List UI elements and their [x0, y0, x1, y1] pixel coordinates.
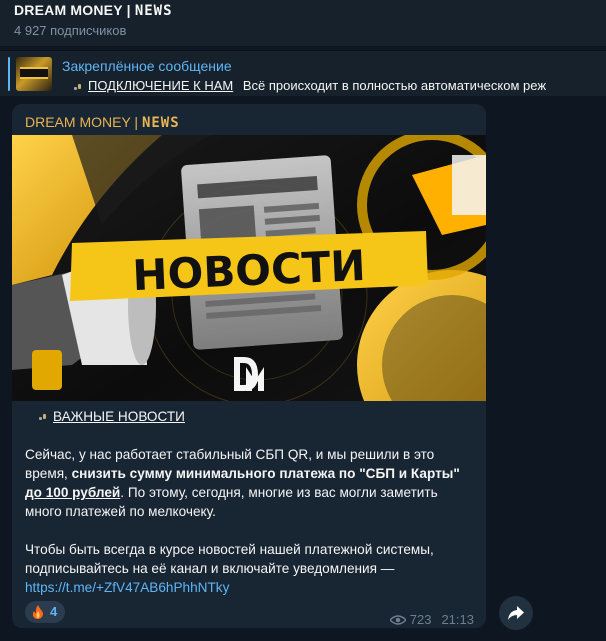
reaction-count: 4	[50, 604, 58, 619]
post-meta: 723 21:13	[389, 612, 474, 627]
rocket-icon	[39, 413, 47, 421]
pinned-preview: ПОДКЛЮЧЕНИЕ К НАМ Всё происходит в полно…	[74, 78, 546, 93]
post-paragraph-1: Сейчас, у нас работает стабильный СБП QR…	[25, 447, 460, 519]
post-paragraph-2: Чтобы быть всегда в курсе новостей нашей…	[25, 542, 434, 595]
banner-text: НОВОСТИ	[131, 241, 366, 300]
channel-post: DREAM MONEY | NEWS НОВОСТИ ВАЖНЫЕ НОВОСТ…	[12, 104, 486, 628]
pinned-message-bar[interactable]: Закреплённое сообщение ПОДКЛЮЧЕНИЕ К НАМ…	[0, 50, 606, 96]
channel-link[interactable]: https://t.me/+ZfV47AB6hPhhNTky	[25, 580, 229, 595]
reaction-fire[interactable]: 4	[25, 601, 65, 623]
rocket-icon	[74, 83, 82, 91]
fire-icon	[32, 605, 43, 619]
post-image[interactable]: НОВОСТИ	[12, 130, 486, 460]
post-author[interactable]: DREAM MONEY | NEWS	[25, 114, 180, 131]
share-button[interactable]	[499, 596, 533, 630]
channel-title: DREAM MONEY | NEWS	[14, 2, 173, 19]
pinned-label: Закреплённое сообщение	[62, 58, 232, 74]
channel-header[interactable]: DREAM MONEY | NEWS 4 927 подписчиков	[0, 0, 606, 46]
pinned-thumbnail	[16, 57, 52, 91]
share-arrow-icon	[508, 606, 524, 620]
post-text: ВАЖНЫЕ НОВОСТИ Сейчас, у нас работает ст…	[25, 407, 477, 616]
post-heading: ВАЖНЫЕ НОВОСТИ	[25, 407, 477, 426]
subscriber-count: 4 927 подписчиков	[14, 23, 127, 38]
pinned-indicator	[8, 57, 10, 91]
post-time: 21:13	[441, 612, 474, 627]
view-count: 723	[409, 612, 432, 627]
pinned-link[interactable]: ПОДКЛЮЧЕНИЕ К НАМ	[88, 78, 233, 93]
eye-icon	[389, 615, 406, 625]
